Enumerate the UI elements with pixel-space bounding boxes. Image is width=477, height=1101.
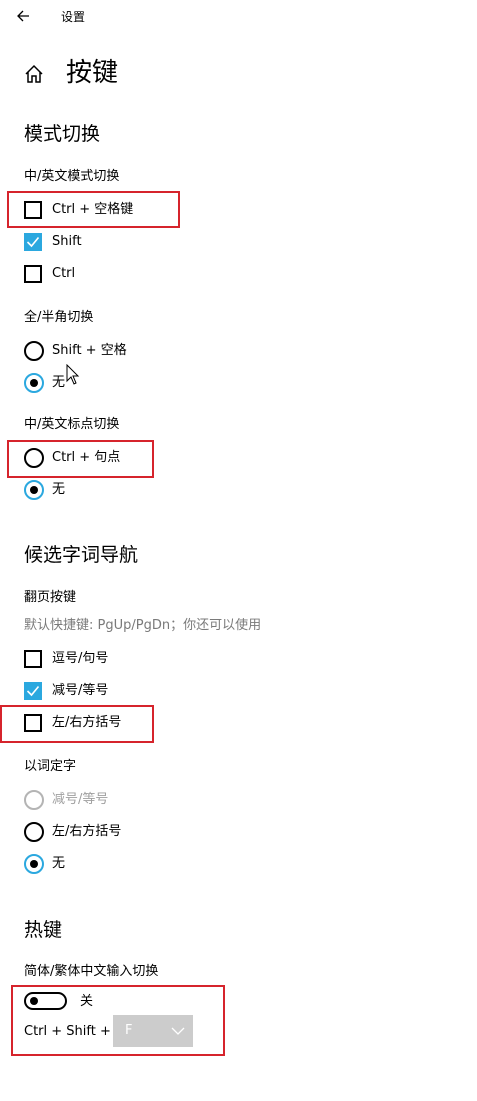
checkbox-box[interactable] bbox=[24, 201, 42, 219]
checkbox-box[interactable] bbox=[24, 233, 42, 251]
paging-keys-description: 默认快捷键: PgUp/PgDn；你还可以使用 bbox=[24, 618, 262, 633]
mouse-cursor-icon bbox=[66, 364, 80, 385]
checkbox-brackets[interactable]: 左/右方括号 bbox=[24, 713, 174, 733]
page-title: 按键 bbox=[66, 58, 119, 88]
back-arrow-icon bbox=[17, 10, 29, 22]
checkbox-comma-period[interactable]: 逗号/句号 bbox=[24, 649, 174, 669]
full-half-width-label: 全/半角切换 bbox=[24, 310, 94, 325]
punctuation-switch-label: 中/英文标点切换 bbox=[24, 417, 120, 432]
radio-circle[interactable] bbox=[24, 448, 44, 468]
checkbox-label: 逗号/句号 bbox=[52, 651, 109, 666]
radio-circle[interactable] bbox=[24, 480, 44, 500]
checkbox-label: 减号/等号 bbox=[52, 683, 109, 698]
radio-circle[interactable] bbox=[24, 373, 44, 393]
section-title-mode-switch: 模式切换 bbox=[24, 123, 101, 145]
checkbox-label: Ctrl + 空格键 bbox=[52, 202, 134, 217]
checkbox-ctrl-space[interactable]: Ctrl + 空格键 bbox=[24, 200, 174, 220]
checkbox-label: 左/右方括号 bbox=[52, 715, 122, 730]
radio-label: 减号/等号 bbox=[52, 792, 109, 807]
radio-label: Shift + 空格 bbox=[52, 343, 127, 358]
back-button[interactable] bbox=[14, 7, 34, 25]
radio-word-to-char-none[interactable]: 无 bbox=[24, 854, 174, 874]
checkmark-icon bbox=[26, 685, 40, 697]
radio-punct-none[interactable]: 无 bbox=[24, 480, 174, 500]
radio-label: 无 bbox=[52, 482, 66, 497]
toggle-switch[interactable] bbox=[24, 992, 67, 1010]
checkbox-label: Ctrl bbox=[52, 266, 76, 281]
checkbox-box[interactable] bbox=[24, 265, 42, 283]
radio-label: 无 bbox=[52, 856, 66, 871]
dropdown-value: F bbox=[125, 1023, 133, 1038]
home-icon bbox=[25, 64, 43, 83]
radio-brackets[interactable]: 左/右方括号 bbox=[24, 822, 174, 842]
checkbox-label: Shift bbox=[52, 234, 82, 249]
window-title: 设置 bbox=[61, 10, 86, 24]
radio-minus-equal-disabled: 减号/等号 bbox=[24, 790, 174, 810]
radio-label: Ctrl + 句点 bbox=[52, 450, 121, 465]
radio-full-half-none[interactable]: 无 bbox=[24, 373, 174, 393]
checkmark-icon bbox=[26, 236, 40, 248]
shortcut-prefix-label: Ctrl + Shift + bbox=[24, 1024, 111, 1039]
checkbox-box[interactable] bbox=[24, 650, 42, 668]
cn-en-mode-switch-label: 中/英文模式切换 bbox=[24, 169, 120, 184]
checkbox-box[interactable] bbox=[24, 682, 42, 700]
simp-trad-switch-label: 简体/繁体中文输入切换 bbox=[24, 964, 159, 979]
radio-shift-space[interactable]: Shift + 空格 bbox=[24, 341, 174, 361]
home-button[interactable] bbox=[22, 62, 46, 86]
radio-circle[interactable] bbox=[24, 854, 44, 874]
checkbox-shift[interactable]: Shift bbox=[24, 232, 174, 252]
radio-circle[interactable] bbox=[24, 341, 44, 361]
checkbox-box[interactable] bbox=[24, 714, 42, 732]
radio-label: 左/右方括号 bbox=[52, 824, 122, 839]
section-title-candidate-nav: 候选字词导航 bbox=[24, 544, 139, 566]
radio-circle bbox=[24, 790, 44, 810]
toggle-state-label: 关 bbox=[80, 994, 94, 1009]
radio-ctrl-period[interactable]: Ctrl + 句点 bbox=[24, 448, 174, 468]
checkbox-minus-equal[interactable]: 减号/等号 bbox=[24, 681, 174, 701]
simp-trad-toggle[interactable]: 关 bbox=[24, 992, 144, 1012]
checkbox-ctrl[interactable]: Ctrl bbox=[24, 264, 174, 284]
radio-label: 无 bbox=[52, 375, 66, 390]
paging-keys-label: 翻页按键 bbox=[24, 590, 77, 605]
shortcut-key-dropdown[interactable]: F bbox=[113, 1015, 193, 1047]
word-to-char-label: 以词定字 bbox=[24, 759, 77, 774]
section-title-hotkeys: 热键 bbox=[24, 919, 63, 941]
radio-circle[interactable] bbox=[24, 822, 44, 842]
chevron-down-icon bbox=[171, 1027, 185, 1035]
